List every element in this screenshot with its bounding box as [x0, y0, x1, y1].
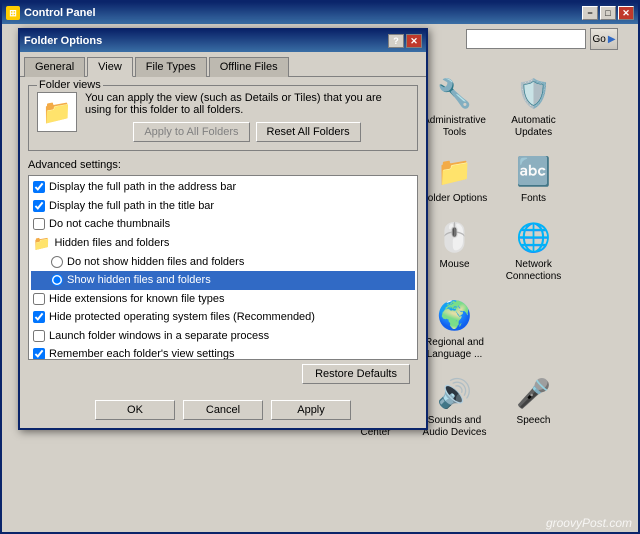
advanced-settings-label: Advanced settings: — [28, 159, 418, 171]
go-arrow-icon: ▶ — [608, 34, 616, 45]
cp-titlebar-buttons: − □ ✕ — [582, 6, 634, 20]
setting-show-hidden[interactable]: Show hidden files and folders — [31, 271, 415, 290]
icon-fonts[interactable]: 🔤 Fonts — [496, 147, 571, 209]
checkbox-display-full-path-address[interactable] — [33, 181, 45, 193]
restore-defaults-row: Restore Defaults — [28, 360, 418, 388]
checkbox-no-cache-thumbnails[interactable] — [33, 218, 45, 230]
dialog-help-button[interactable]: ? — [388, 34, 404, 48]
folder-views-content: 📁 You can apply the view (such as Detail… — [37, 92, 409, 142]
cp-titlebar: ⊞ Control Panel − □ ✕ — [2, 2, 638, 24]
folder-views-label: Folder views — [37, 79, 103, 91]
checkbox-hide-extensions[interactable] — [33, 293, 45, 305]
cp-icon: ⊞ — [6, 6, 20, 20]
cp-close-button[interactable]: ✕ — [618, 6, 634, 20]
dialog-titlebar: Folder Options ? ✕ — [20, 30, 426, 52]
checkbox-launch-separate[interactable] — [33, 330, 45, 342]
tab-offline-files[interactable]: Offline Files — [209, 57, 289, 77]
icon-speech[interactable]: 🎤 Speech — [496, 369, 571, 443]
dialog-footer: OK Cancel Apply — [20, 396, 426, 428]
folder-options-icon: 📁 — [435, 151, 475, 191]
sounds-audio-icon: 🔊 — [435, 373, 475, 413]
icon-sounds-audio[interactable]: 🔊 Sounds andAudio Devices — [417, 369, 492, 443]
cp-maximize-button[interactable]: □ — [600, 6, 616, 20]
go-button[interactable]: Go ▶ — [590, 28, 618, 50]
setting-display-full-path-address[interactable]: Display the full path in the address bar — [31, 178, 415, 197]
checkbox-display-full-path-title[interactable] — [33, 200, 45, 212]
mouse-icon: 🖱️ — [435, 217, 475, 257]
ok-button[interactable]: OK — [95, 400, 175, 420]
tab-general[interactable]: General — [24, 57, 85, 77]
automatic-updates-icon: 🛡️ — [514, 73, 554, 113]
setting-remember-views[interactable]: Remember each folder's view settings — [31, 345, 415, 360]
dialog-title: Folder Options — [24, 35, 388, 47]
icon-regional-and-language[interactable]: 🌍 Regional andLanguage ... — [417, 291, 492, 365]
setting-launch-separate[interactable]: Launch folder windows in a separate proc… — [31, 327, 415, 346]
fonts-icon: 🔤 — [514, 151, 554, 191]
radio-show-hidden[interactable] — [51, 274, 63, 286]
checkbox-hide-protected[interactable] — [33, 311, 45, 323]
reset-all-folders-button[interactable]: Reset All Folders — [256, 122, 361, 142]
settings-list[interactable]: Display the full path in the address bar… — [28, 175, 418, 360]
cp-title: Control Panel — [24, 7, 582, 19]
icon-administrative-tools[interactable]: 🔧 AdministrativeTools — [417, 69, 492, 143]
cp-address-bar: Go ▶ — [466, 28, 618, 50]
apply-to-all-button[interactable]: Apply to All Folders — [133, 122, 249, 142]
dialog-titlebar-buttons: ? ✕ — [388, 34, 422, 48]
setting-do-not-show-hidden[interactable]: Do not show hidden files and folders — [31, 253, 415, 272]
folder-views-group: Folder views 📁 You can apply the view (s… — [28, 85, 418, 151]
watermark: groovyPost.com — [546, 516, 632, 530]
setting-display-full-path-title[interactable]: Display the full path in the title bar — [31, 197, 415, 216]
setting-hide-extensions[interactable]: Hide extensions for known file types — [31, 290, 415, 309]
radio-do-not-show-hidden[interactable] — [51, 256, 63, 268]
network-connections-icon: 🌐 — [514, 217, 554, 257]
folder-views-text: You can apply the view (such as Details … — [85, 92, 409, 142]
icon-mouse[interactable]: 🖱️ Mouse — [417, 213, 492, 287]
administrative-tools-icon: 🔧 — [435, 73, 475, 113]
folder-icon: 📁 — [37, 92, 77, 132]
address-input[interactable] — [466, 29, 586, 49]
apply-button[interactable]: Apply — [271, 400, 351, 420]
tab-view[interactable]: View — [87, 57, 133, 77]
folder-views-buttons: Apply to All Folders Reset All Folders — [85, 122, 409, 142]
dialog-close-button[interactable]: ✕ — [406, 34, 422, 48]
folder-options-dialog: Folder Options ? ✕ General View File Typ… — [18, 28, 428, 430]
setting-hide-protected[interactable]: Hide protected operating system files (R… — [31, 308, 415, 327]
dialog-body: Folder views 📁 You can apply the view (s… — [20, 77, 426, 396]
restore-defaults-button[interactable]: Restore Defaults — [302, 364, 410, 384]
regional-language-icon: 🌍 — [435, 295, 475, 335]
cancel-button[interactable]: Cancel — [183, 400, 263, 420]
tab-file-types[interactable]: File Types — [135, 57, 207, 77]
setting-no-cache-thumbnails[interactable]: Do not cache thumbnails — [31, 215, 415, 234]
icon-automatic-updates[interactable]: 🛡️ AutomaticUpdates — [496, 69, 571, 143]
icon-network-connections[interactable]: 🌐 NetworkConnections — [496, 213, 571, 287]
dialog-tabs: General View File Types Offline Files — [20, 52, 426, 77]
setting-hidden-files-folder: 📁 Hidden files and folders — [31, 234, 415, 253]
speech-icon: 🎤 — [514, 373, 554, 413]
cp-minimize-button[interactable]: − — [582, 6, 598, 20]
folder-small-icon: 📁 — [33, 235, 50, 252]
icon-folder-options[interactable]: 📁 Folder Options — [417, 147, 492, 209]
checkbox-remember-views[interactable] — [33, 348, 45, 360]
